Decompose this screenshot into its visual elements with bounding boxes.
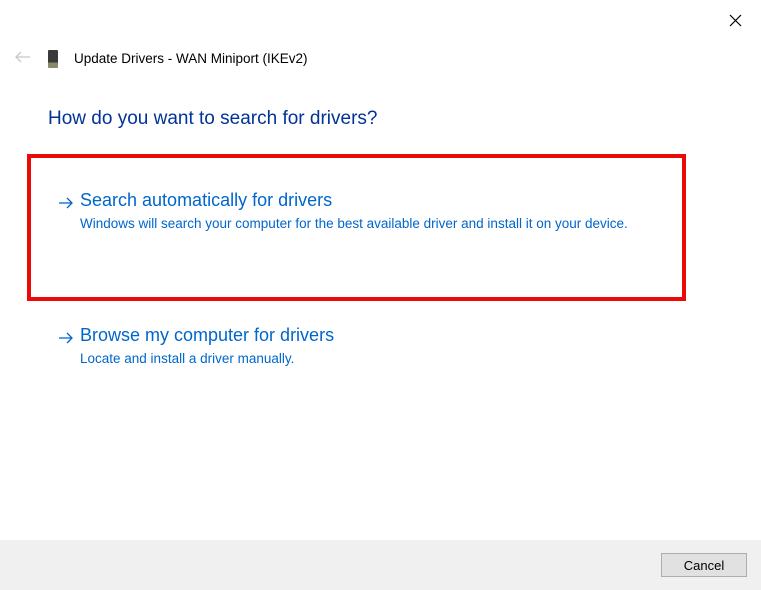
footer-bar: Cancel [0,540,761,590]
dialog-title: Update Drivers - WAN Miniport (IKEv2) [74,51,308,66]
back-arrow-icon [14,48,32,69]
option-browse-computer[interactable]: Browse my computer for drivers Locate an… [58,325,668,369]
option-title: Browse my computer for drivers [80,325,668,346]
cancel-button[interactable]: Cancel [661,553,747,577]
header-row: Update Drivers - WAN Miniport (IKEv2) [14,48,308,69]
option-description: Windows will search your computer for th… [80,215,640,234]
option-description: Locate and install a driver manually. [80,350,640,369]
arrow-right-icon [58,196,74,213]
close-icon [729,14,742,27]
page-heading: How do you want to search for drivers? [48,108,378,130]
option-search-automatically[interactable]: Search automatically for drivers Windows… [58,190,668,234]
close-button[interactable] [725,10,745,30]
arrow-right-icon [58,331,74,348]
device-icon [48,50,58,68]
option-title: Search automatically for drivers [80,190,668,211]
